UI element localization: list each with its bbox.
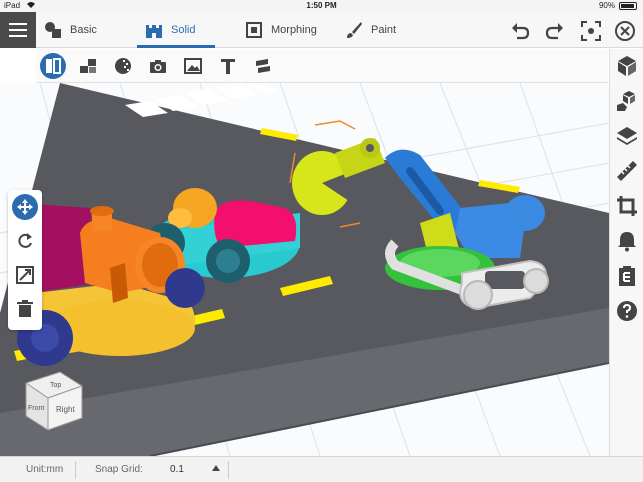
ruler-icon[interactable]: [615, 159, 639, 183]
view-cube-top: Top: [50, 382, 61, 389]
morph-icon: [246, 22, 262, 38]
dither-icon: [115, 58, 131, 74]
snap-grid-dropdown-icon[interactable]: [212, 465, 220, 471]
snap-grid-value[interactable]: 0.1: [170, 464, 184, 475]
help-icon[interactable]: [615, 299, 639, 323]
solid-toolbar: [36, 49, 608, 83]
text-icon: [221, 59, 235, 74]
view-cube-right: Right: [56, 405, 75, 414]
brush-icon: [347, 22, 362, 38]
3d-viewport[interactable]: Top Front Right: [0, 83, 609, 456]
tab-paint[interactable]: Paint: [345, 12, 396, 48]
split-tool[interactable]: [40, 53, 66, 79]
status-bar: iPad 1:50 PM 90%: [0, 0, 643, 12]
close-icon[interactable]: [614, 20, 636, 42]
castle-icon: [146, 25, 162, 38]
layers-cut-tool[interactable]: [250, 53, 276, 79]
divider: [228, 461, 229, 479]
trash-icon: [17, 300, 33, 317]
redo-icon[interactable]: [544, 20, 566, 42]
hand-cube-icon[interactable]: [615, 89, 639, 113]
boxes-tool[interactable]: [75, 53, 101, 79]
right-sidebar: [609, 49, 643, 456]
clock: 1:50 PM: [306, 1, 337, 10]
move-icon: [17, 199, 33, 215]
split-icon: [46, 58, 61, 74]
tab-label: Basic: [70, 24, 97, 36]
view-cube-front: Front: [28, 405, 44, 412]
dither-tool[interactable]: [110, 53, 136, 79]
camera-tool[interactable]: [145, 53, 171, 79]
image-tool[interactable]: [180, 53, 206, 79]
tab-solid[interactable]: Solid: [136, 12, 217, 48]
divider: [75, 461, 76, 479]
scale-icon: [16, 266, 34, 284]
menu-button[interactable]: [0, 12, 36, 48]
rotate-icon: [18, 233, 32, 248]
delete-tool[interactable]: [12, 296, 38, 322]
tab-label: Morphing: [271, 24, 317, 36]
scene[interactable]: [0, 83, 609, 456]
battery-percent: 90%: [598, 1, 615, 10]
camera-icon: [150, 60, 166, 73]
unit-label: Unit:mm: [26, 464, 64, 475]
text-tool[interactable]: [215, 53, 241, 79]
boxes-icon: [80, 59, 96, 73]
bottom-status-bar: Unit:mm Snap Grid: 0.1: [0, 456, 643, 482]
tab-basic[interactable]: Basic: [44, 12, 97, 48]
undo-icon[interactable]: [509, 20, 531, 42]
move-tool[interactable]: [12, 194, 38, 220]
shapes-icon: [45, 22, 61, 38]
scale-tool[interactable]: [12, 262, 38, 288]
image-icon: [184, 58, 202, 74]
rotate-tool[interactable]: [12, 228, 38, 254]
layers-icon[interactable]: [615, 124, 639, 148]
transform-panel: [8, 190, 42, 330]
export-icon[interactable]: [615, 264, 639, 288]
cube-icon[interactable]: [615, 54, 639, 78]
layers-cut-icon: [256, 59, 270, 73]
tab-morphing[interactable]: Morphing: [245, 12, 317, 48]
snap-grid-label: Snap Grid:: [95, 464, 143, 475]
battery-icon: [619, 2, 637, 10]
bell-icon[interactable]: [615, 229, 639, 253]
top-toolbar: Basic Solid Morphing Paint: [0, 12, 643, 48]
view-cube[interactable]: Top Front Right: [20, 368, 90, 434]
tab-label: Solid: [171, 24, 196, 36]
tab-label: Paint: [371, 24, 397, 36]
fullscreen-icon[interactable]: [580, 20, 602, 42]
crop-icon[interactable]: [615, 194, 639, 218]
